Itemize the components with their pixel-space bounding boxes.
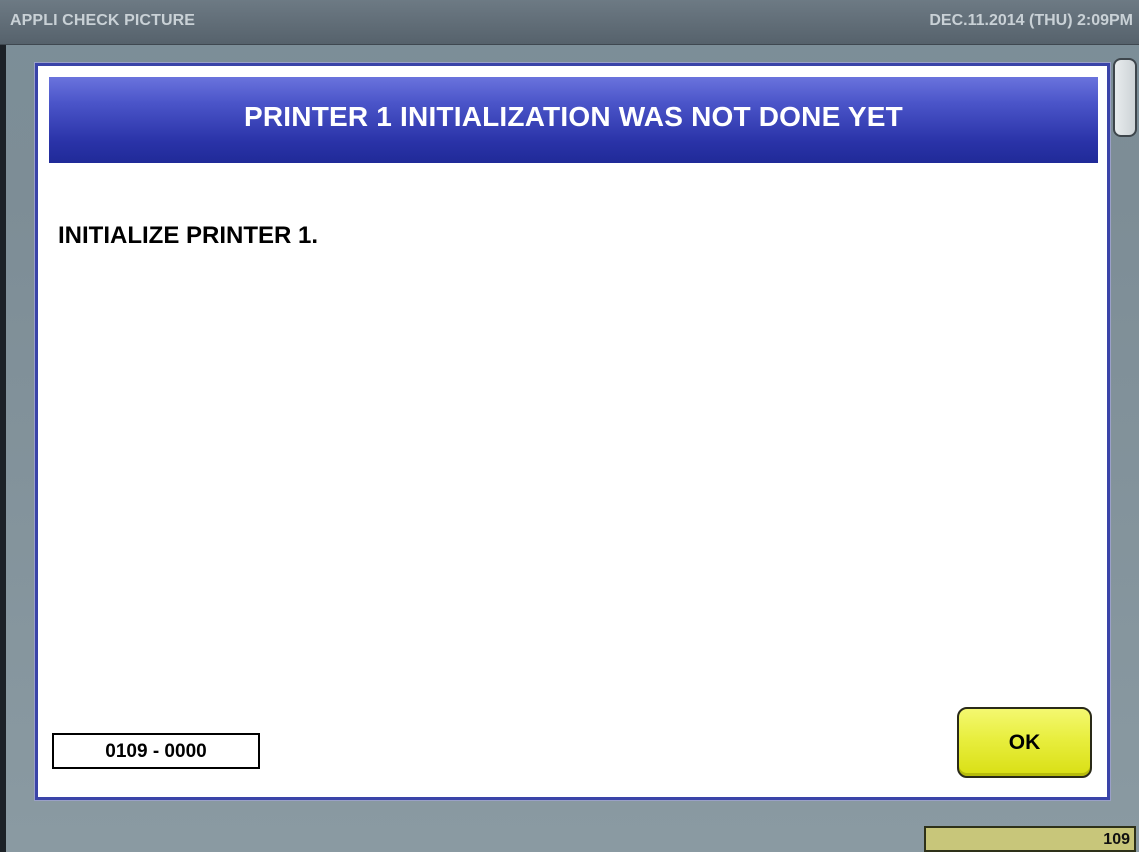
ok-button-label: OK	[1008, 731, 1041, 754]
dialog-message: INITIALIZE PRINTER 1.	[58, 222, 319, 249]
screen: APPLI CHECK PICTURE DEC.11.2014 (THU) 2:…	[0, 0, 1139, 852]
left-edge	[0, 0, 6, 852]
scroll-handle[interactable]	[1113, 58, 1137, 137]
ok-button[interactable]: OK	[957, 707, 1092, 778]
error-code: 0109 - 0000	[105, 741, 207, 762]
dialog-title: PRINTER 1 INITIALIZATION WAS NOT DONE YE…	[244, 101, 903, 132]
dialog-header: PRINTER 1 INITIALIZATION WAS NOT DONE YE…	[49, 77, 1098, 163]
title-bar: APPLI CHECK PICTURE DEC.11.2014 (THU) 2:…	[0, 0, 1139, 45]
app-title: APPLI CHECK PICTURE	[10, 12, 196, 29]
counter-box: 109	[924, 826, 1136, 852]
date-time: DEC.11.2014 (THU) 2:09PM	[929, 12, 1133, 29]
counter-value: 109	[1103, 831, 1130, 848]
error-code-box: 0109 - 0000	[52, 733, 260, 769]
error-dialog: PRINTER 1 INITIALIZATION WAS NOT DONE YE…	[35, 63, 1110, 800]
